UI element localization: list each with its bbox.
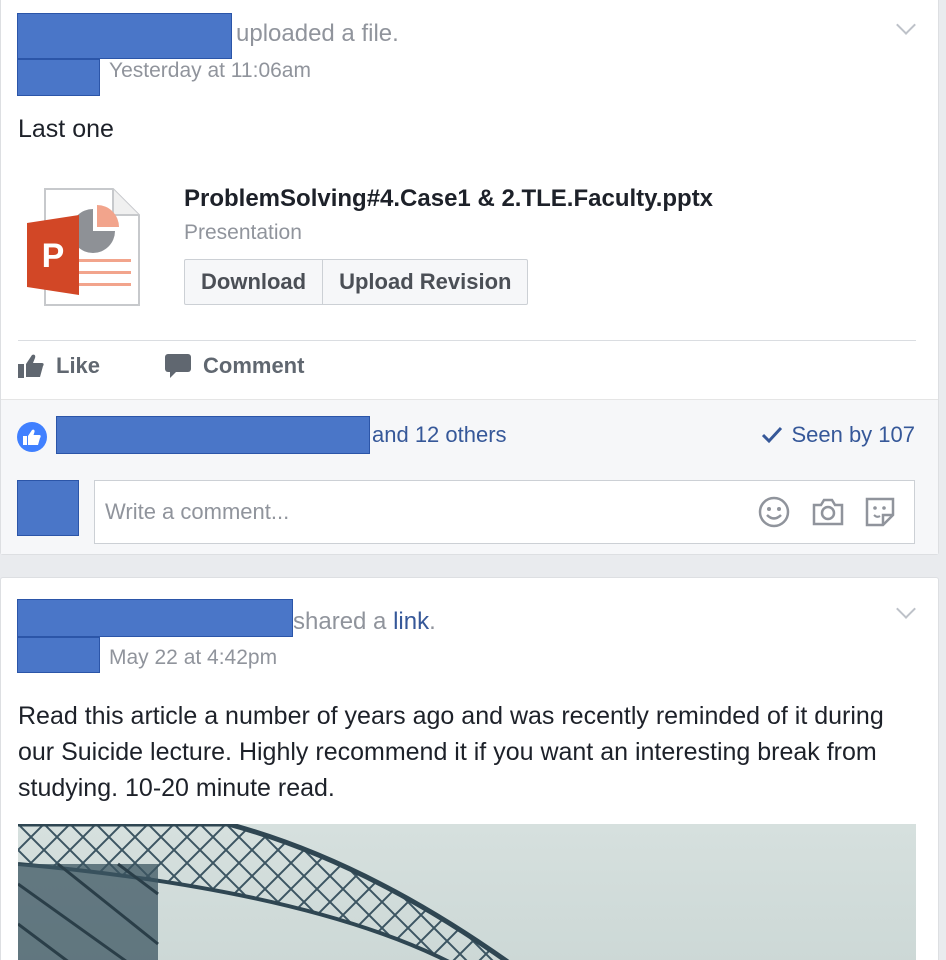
action-prefix: shared a — [293, 608, 394, 635]
redacted-commenter-avatar — [17, 480, 79, 536]
seen-by-text: Seen by 107 — [791, 422, 915, 447]
redacted-author-avatar — [17, 637, 100, 673]
post-action-text: shared a link. — [293, 608, 436, 636]
attachment-file-type: Presentation — [184, 221, 302, 244]
link-preview-image[interactable] — [18, 824, 916, 960]
like-reaction-icon[interactable] — [17, 422, 47, 452]
comment-label: Comment — [203, 353, 305, 378]
redacted-author-name — [17, 13, 232, 59]
chevron-down-icon[interactable] — [896, 599, 916, 619]
seen-by-link[interactable]: Seen by 107 — [761, 422, 915, 448]
redacted-author-avatar — [17, 59, 100, 96]
sticker-icon[interactable] — [863, 495, 897, 529]
action-suffix: . — [429, 608, 436, 635]
post-message: Last one — [18, 115, 114, 143]
feed-post-shared-link: shared a link. May 22 at 4:42pm Read thi… — [0, 577, 939, 960]
post-action-text: uploaded a file. — [236, 20, 399, 47]
checkmark-icon — [762, 426, 783, 444]
post-timestamp[interactable]: May 22 at 4:42pm — [109, 646, 277, 670]
action-divider — [18, 340, 916, 341]
feed-post-file-upload: uploaded a file. Yesterday at 11:06am La… — [0, 0, 939, 555]
attachment-button-group: Download Upload Revision — [184, 259, 529, 305]
ppt-letter: P — [42, 237, 65, 275]
like-label: Like — [56, 353, 101, 378]
shared-link[interactable]: link — [393, 608, 429, 635]
thumbs-up-icon — [18, 354, 44, 378]
powerpoint-file-icon[interactable]: P — [27, 187, 143, 309]
post-footer: and 12 others Seen by 107 — [1, 399, 938, 554]
download-button[interactable]: Download — [185, 260, 322, 304]
emoji-icon[interactable] — [757, 495, 791, 529]
post-timestamp[interactable]: Yesterday at 11:06am — [109, 59, 311, 83]
likes-others-link[interactable]: and 12 others — [372, 422, 507, 448]
comment-composer — [94, 480, 915, 544]
comment-button[interactable]: Comment — [165, 353, 304, 379]
comment-input[interactable] — [105, 481, 725, 543]
comment-bubble-icon — [165, 354, 191, 378]
attachment-file-name[interactable]: ProblemSolving#4.Case1 & 2.TLE.Faculty.p… — [184, 185, 713, 213]
camera-icon[interactable] — [811, 495, 845, 529]
like-button[interactable]: Like — [18, 353, 100, 379]
post-message: Read this article a number of years ago … — [18, 702, 884, 802]
chevron-down-icon[interactable] — [896, 15, 916, 35]
redacted-author-name — [17, 599, 293, 637]
redacted-liker-names — [56, 416, 370, 454]
upload-revision-button[interactable]: Upload Revision — [322, 260, 527, 304]
